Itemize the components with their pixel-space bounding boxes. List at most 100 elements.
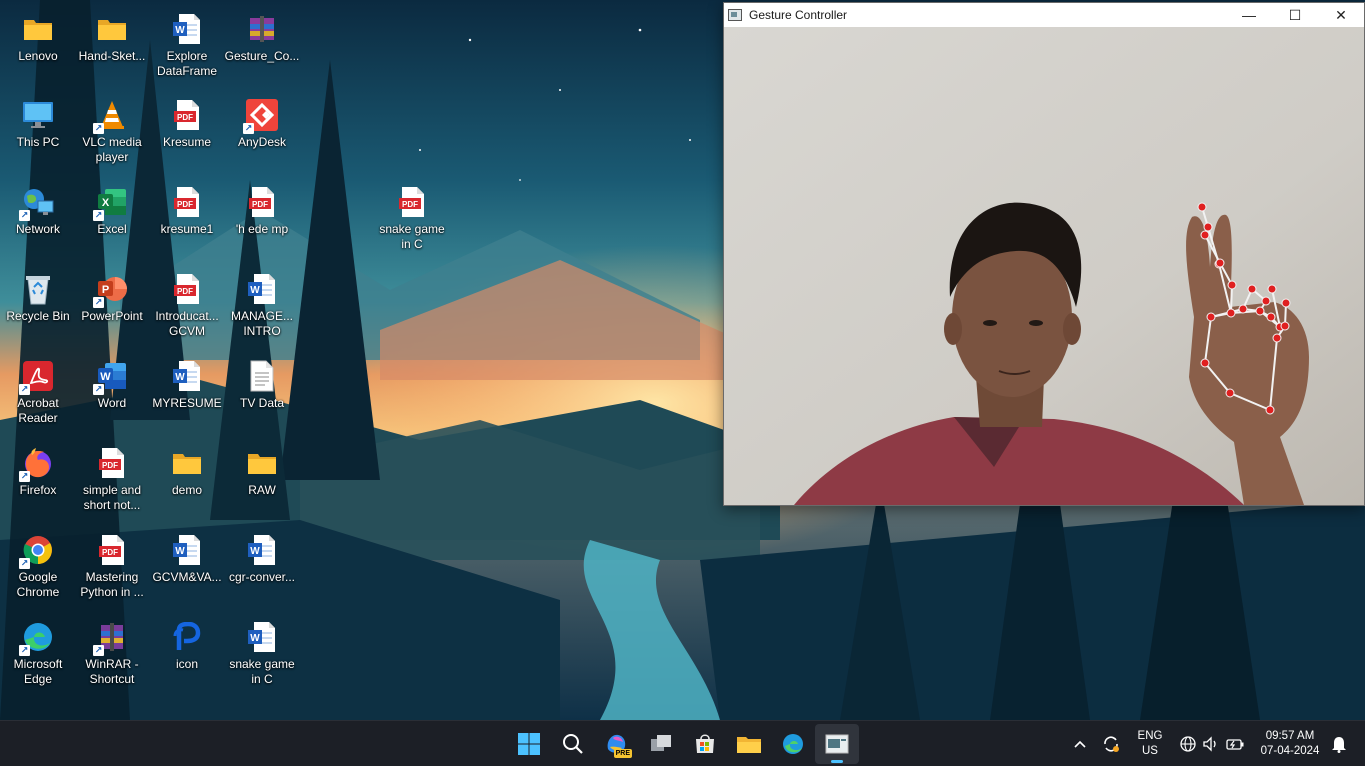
folder-icon — [245, 446, 279, 480]
svg-text:PDF: PDF — [102, 461, 118, 470]
shortcut-arrow-icon: ↗ — [19, 471, 30, 482]
folder-icon — [21, 12, 55, 46]
close-button[interactable]: ✕ — [1318, 3, 1364, 27]
desktop-icon-label: 'h ede mp — [235, 222, 289, 236]
desktop-icon-label: This PC — [16, 135, 60, 149]
desktop-icon[interactable]: PDF Kresume — [149, 98, 225, 150]
shortcut-arrow-icon: ↗ — [19, 645, 30, 656]
network-icon: ↗ — [19, 185, 55, 221]
desktop-icon[interactable]: ↗ AnyDesk — [224, 98, 300, 150]
minimize-button[interactable]: — — [1226, 3, 1272, 27]
desktop-icon[interactable]: PDF simple and short not... — [74, 446, 150, 513]
desktop-icon[interactable]: ↗ Microsoft Edge — [0, 620, 76, 687]
desktop-icon-label: WinRAR - Shortcut — [85, 657, 139, 686]
start-button[interactable] — [507, 724, 551, 764]
task-view-button[interactable] — [639, 724, 683, 764]
desktop-icon[interactable]: W MYRESUME — [149, 359, 225, 411]
store-button[interactable] — [683, 724, 727, 764]
desktop-icon[interactable]: W Explore DataFrame — [149, 12, 225, 79]
desktop-icon[interactable]: ↗ WinRAR - Shortcut — [74, 620, 150, 687]
desktop-icon[interactable]: RAW — [224, 446, 300, 498]
language-line1: ENG — [1137, 730, 1163, 742]
desktop-icon[interactable]: Wsnake game in C — [224, 620, 300, 687]
desktop-icon[interactable]: W GCVM&VA... — [149, 533, 225, 585]
desktop-icon[interactable]: PDF kresume1 — [149, 185, 225, 237]
svg-text:PDF: PDF — [102, 548, 118, 557]
file-explorer-icon — [737, 737, 761, 753]
desktop-icon-label: Word — [97, 396, 127, 410]
search-button[interactable] — [551, 724, 595, 764]
text-file-icon — [245, 359, 279, 393]
desktop-icon[interactable]: Recycle Bin — [0, 272, 76, 324]
desktop-icon[interactable]: ↗ VLC media player — [74, 98, 150, 165]
desktop-icon[interactable]: TV Data — [224, 359, 300, 411]
desktop-icon[interactable]: ↗ Firefox — [0, 446, 76, 498]
desktop-icon[interactable]: Lenovo — [0, 12, 76, 64]
minimize-icon: — — [1242, 7, 1256, 23]
desktop-icon-label: Explore DataFrame — [156, 49, 218, 78]
sync-tray-button[interactable] — [1099, 721, 1123, 766]
desktop-icon-label: Excel — [97, 222, 127, 236]
close-icon: ✕ — [1335, 6, 1347, 23]
svg-text:W: W — [250, 633, 260, 644]
notification-center-button[interactable] — [1328, 721, 1350, 766]
word-doc-icon: W — [170, 359, 204, 393]
svg-text:W: W — [250, 285, 260, 296]
desktop-icon[interactable]: ↗ Acrobat Reader — [0, 359, 76, 426]
desktop-icon[interactable]: demo — [149, 446, 225, 498]
svg-text:W: W — [175, 372, 185, 383]
webcam-feed — [724, 27, 1364, 505]
winrar-archive-icon — [245, 12, 279, 46]
desktop-icon[interactable]: icon — [149, 620, 225, 672]
pdf-icon: PDF — [170, 98, 204, 132]
excel-icon: X ↗ — [93, 185, 129, 221]
copilot-button[interactable]: PRE — [595, 724, 639, 764]
clock[interactable]: 09:57 AM 07-04-2024 — [1254, 721, 1326, 766]
desktop-icon[interactable]: Wcgr-conver... — [224, 533, 300, 585]
file-explorer-button[interactable] — [727, 724, 771, 764]
taskbar-apps: PRE — [507, 721, 859, 766]
notification-bell-icon — [1332, 737, 1346, 753]
desktop-icon-label: Lenovo — [18, 49, 58, 63]
desktop-icon[interactable]: PDF 'h ede mp — [224, 185, 300, 237]
word-doc-icon: W — [245, 272, 279, 306]
copilot-badge: PRE — [613, 749, 632, 758]
language-indicator[interactable]: ENG US — [1130, 721, 1170, 766]
gesture-controller-taskbar-button[interactable] — [815, 724, 859, 764]
word-doc-icon: W — [245, 533, 279, 567]
window-titlebar[interactable]: Gesture Controller — ☐ ✕ — [724, 3, 1364, 27]
desktop-icon[interactable]: Hand-Sket... — [74, 12, 150, 64]
sync-icon — [1104, 736, 1119, 752]
gesture-controller-window[interactable]: Gesture Controller — ☐ ✕ — [723, 2, 1365, 506]
svg-text:X: X — [102, 197, 110, 209]
edge-button[interactable] — [771, 724, 815, 764]
desktop-icon-label: Hand-Sket... — [78, 49, 146, 63]
svg-text:W: W — [175, 25, 185, 36]
desktop-icon[interactable]: P ↗ PowerPoint — [74, 272, 150, 324]
desktop-icon[interactable]: ↗ Network — [0, 185, 76, 237]
desktop-icon[interactable]: ↗ Google Chrome — [0, 533, 76, 600]
desktop-icon-label: AnyDesk — [237, 135, 287, 149]
desktop-icon[interactable]: W MANAGE... INTRO — [224, 272, 300, 339]
desktop-icon[interactable]: W ↗ Word — [74, 359, 150, 411]
search-icon — [563, 734, 583, 754]
desktop-icon[interactable]: X ↗ Excel — [74, 185, 150, 237]
desktop-icon[interactable]: PDF Introducat... GCVM — [149, 272, 225, 339]
pdf-icon: PDF — [395, 185, 429, 219]
desktop-icon-label: Gesture_Co... — [224, 49, 300, 63]
desktop-icon-label: Google Chrome — [16, 570, 60, 599]
edge-icon: ↗ — [19, 620, 55, 656]
desktop-icon[interactable]: This PC — [0, 98, 76, 150]
vlc-icon: ↗ — [93, 98, 129, 134]
maximize-button[interactable]: ☐ — [1272, 3, 1318, 27]
show-hidden-icons-button[interactable] — [1068, 721, 1092, 766]
desktop-icon-label: TV Data — [239, 396, 284, 410]
desktop-icon[interactable]: PDF Mastering Python in ... — [74, 533, 150, 600]
quick-settings-button[interactable] — [1176, 721, 1248, 766]
desktop-icon-label: snake game in C — [379, 222, 445, 251]
svg-text:PDF: PDF — [177, 287, 193, 296]
pdf-icon: PDF — [95, 446, 129, 480]
desktop-icon[interactable]: PDF snake game in C — [374, 185, 450, 252]
edge-icon — [783, 734, 803, 754]
desktop-icon[interactable]: Gesture_Co... — [224, 12, 300, 64]
